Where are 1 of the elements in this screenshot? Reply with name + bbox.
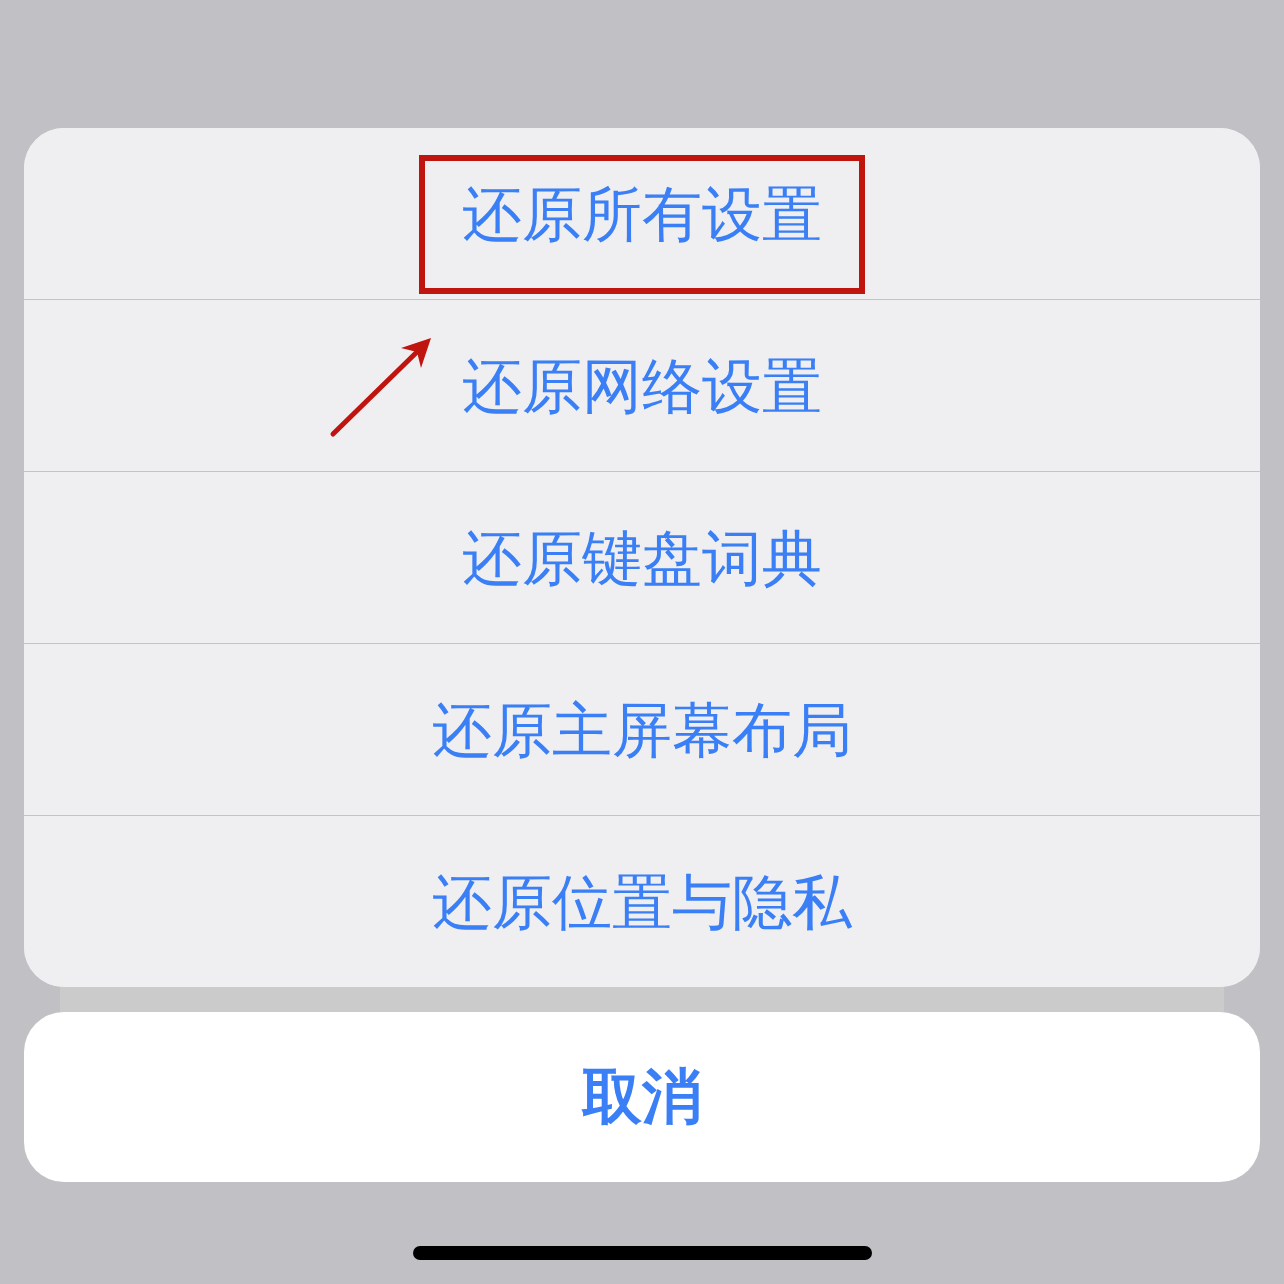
cancel-button[interactable]: 取消 xyxy=(24,1012,1260,1182)
